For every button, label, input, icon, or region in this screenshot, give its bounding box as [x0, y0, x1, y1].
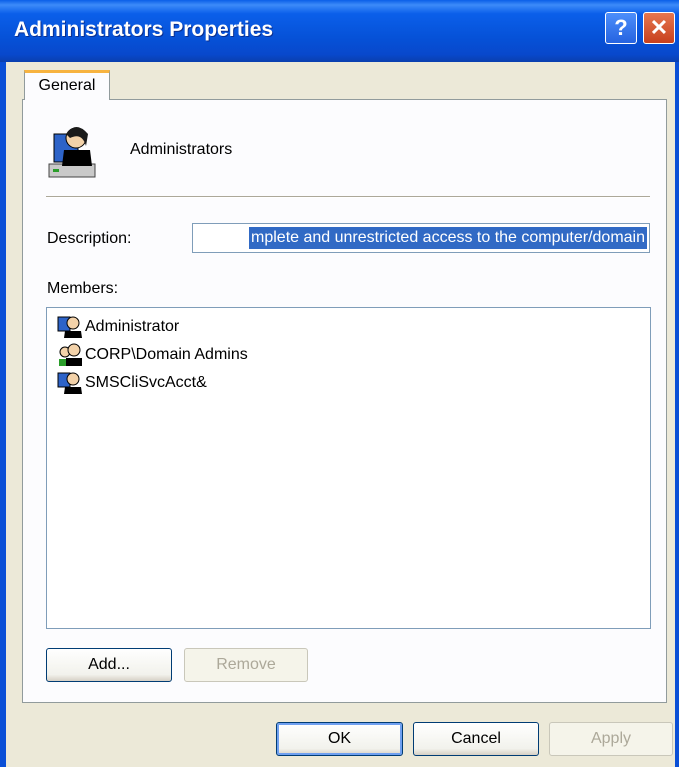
remove-button[interactable]: Remove: [184, 648, 308, 682]
add-button[interactable]: Add...: [46, 648, 172, 682]
properties-dialog: Administrators Properties ? ✕ General Ad…: [0, 0, 679, 767]
title-bar[interactable]: Administrators Properties ? ✕: [0, 0, 679, 62]
members-list[interactable]: Administrator CORP\Domain Admins SMSCliS…: [46, 307, 651, 629]
tab-general[interactable]: General: [24, 70, 110, 100]
close-icon: ✕: [649, 15, 669, 40]
separator: [46, 196, 650, 198]
description-value: mplete and unrestricted access to the co…: [249, 227, 647, 249]
help-button[interactable]: ?: [605, 12, 637, 44]
description-input[interactable]: mplete and unrestricted access to the co…: [192, 223, 650, 253]
description-label: Description:: [47, 230, 132, 247]
user-icon: [57, 372, 82, 394]
member-smsclisvcacct[interactable]: SMSCliSvcAcct&: [57, 370, 207, 396]
window-frame-left: [0, 62, 6, 767]
user-icon: [57, 316, 82, 338]
apply-button[interactable]: Apply: [549, 722, 673, 756]
tab-general-label: General: [38, 77, 96, 94]
user-group-icon: [48, 127, 96, 178]
group-icon: [59, 343, 82, 366]
window-frame-right: [675, 62, 679, 767]
member-name: SMSCliSvcAcct&: [85, 374, 207, 391]
member-domain-admins[interactable]: CORP\Domain Admins: [57, 342, 248, 368]
members-label: Members:: [47, 280, 119, 297]
member-administrator[interactable]: Administrator: [57, 314, 179, 340]
member-name: CORP\Domain Admins: [85, 346, 248, 363]
member-name: Administrator: [85, 318, 180, 335]
ok-button[interactable]: OK: [276, 722, 403, 756]
window-title: Administrators Properties: [14, 18, 274, 41]
close-button[interactable]: ✕: [643, 12, 675, 44]
cancel-button[interactable]: Cancel: [413, 722, 539, 756]
group-name: Administrators: [130, 141, 233, 158]
help-icon: ?: [614, 15, 628, 40]
